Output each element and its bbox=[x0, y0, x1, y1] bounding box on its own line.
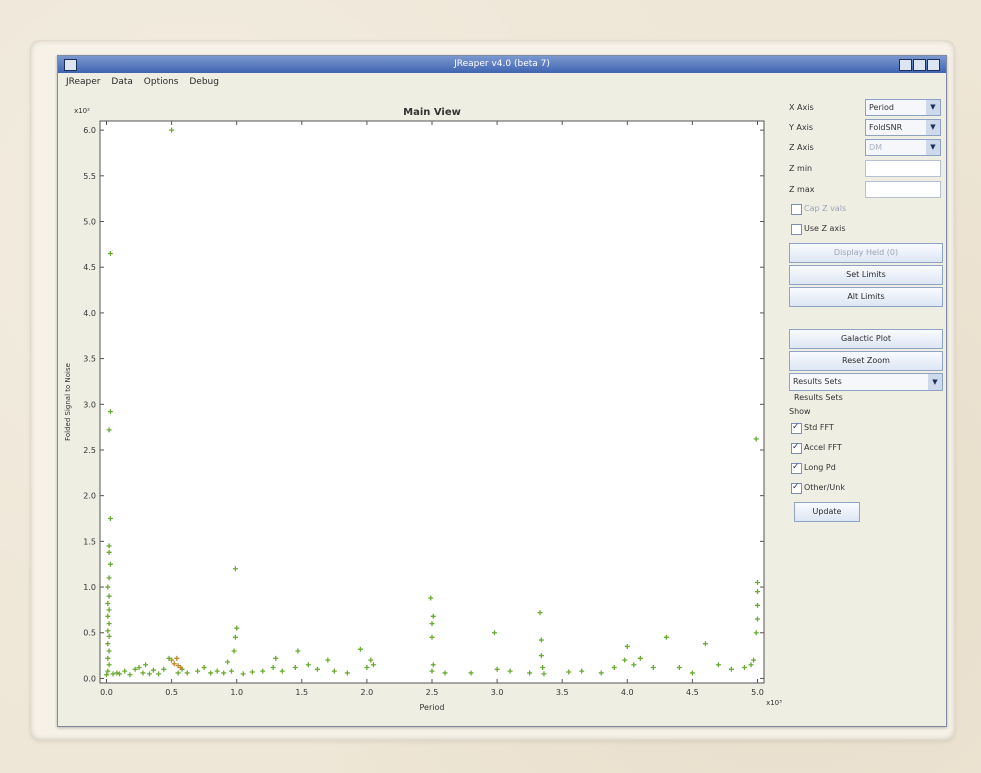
chevron-down-icon[interactable]: ▼ bbox=[926, 100, 940, 115]
y-tick-label: 0.0 bbox=[83, 674, 96, 683]
reset-zoom-button[interactable]: Reset Zoom bbox=[789, 351, 943, 371]
z-min-label: Z min bbox=[789, 164, 813, 173]
x-axis-label: Period bbox=[420, 703, 445, 712]
y-tick-label: 2.5 bbox=[83, 446, 96, 455]
x-tick-label: 5.0 bbox=[751, 688, 764, 697]
x-tick-label: 1.0 bbox=[230, 688, 243, 697]
menu-debug[interactable]: Debug bbox=[189, 73, 219, 91]
x-tick-label: 0.5 bbox=[165, 688, 178, 697]
long-pd-label: Long Pd bbox=[804, 463, 836, 472]
x-tick-label: 1.5 bbox=[295, 688, 308, 697]
other-unk-checkbox[interactable] bbox=[791, 482, 802, 494]
app-window: JReaper v4.0 (beta 7) JReaper Data Optio… bbox=[57, 55, 947, 727]
y-tick-label: 6.0 bbox=[83, 126, 96, 135]
z-min-field[interactable] bbox=[865, 160, 941, 177]
menu-jreaper[interactable]: JReaper bbox=[66, 73, 101, 91]
title-bar: JReaper v4.0 (beta 7) bbox=[58, 56, 946, 73]
x-tick-label: 3.0 bbox=[491, 688, 504, 697]
long-pd-checkbox[interactable] bbox=[791, 462, 802, 474]
maximize-icon[interactable] bbox=[913, 59, 926, 71]
x-tick-label: 4.0 bbox=[621, 688, 634, 697]
display-held-button[interactable]: Display Held (0) bbox=[789, 243, 943, 263]
control-panel: X Axis Period ▼ Y Axis FoldSNR ▼ Z Axis … bbox=[786, 91, 944, 726]
x-tick-label: 3.5 bbox=[556, 688, 569, 697]
y-tick-label: 2.0 bbox=[83, 492, 96, 501]
y-tick-label: 5.0 bbox=[83, 218, 96, 227]
accel-fft-label: Accel FFT bbox=[804, 443, 842, 452]
accel-fft-checkbox[interactable] bbox=[791, 442, 802, 454]
std-fft-checkbox[interactable] bbox=[791, 422, 802, 434]
y-tick-label: 1.0 bbox=[83, 583, 96, 592]
cap-z-label: Cap Z vals bbox=[804, 204, 847, 213]
scatter-chart[interactable]: Main View 0.0 0.5 1.0 1.5 2.0 2.5 3.0 3.5 4.0 4.5 5… bbox=[58, 91, 786, 726]
y-tick-label: 3.0 bbox=[83, 400, 96, 409]
results-sets-title: Results Sets bbox=[794, 393, 843, 402]
menu-bar: JReaper Data Options Debug bbox=[58, 73, 946, 91]
y-exponent-label: x10² bbox=[74, 107, 90, 115]
y-tick-label: 3.5 bbox=[83, 355, 96, 364]
z-axis-value: DM bbox=[869, 143, 883, 152]
close-icon[interactable] bbox=[927, 59, 940, 71]
plot-area bbox=[99, 120, 765, 684]
x-tick-label: 2.5 bbox=[426, 688, 439, 697]
show-label: Show bbox=[789, 407, 811, 416]
cap-z-checkbox[interactable] bbox=[791, 204, 802, 215]
chevron-down-icon[interactable]: ▼ bbox=[926, 120, 940, 135]
window-title: JReaper v4.0 (beta 7) bbox=[454, 59, 550, 69]
y-axis-label: Y Axis bbox=[789, 123, 814, 132]
set-limits-button[interactable]: Set Limits bbox=[789, 265, 943, 285]
use-z-label: Use Z axis bbox=[804, 224, 846, 233]
z-axis-select[interactable]: DM ▼ bbox=[865, 139, 941, 156]
x-exponent-label: x10³ bbox=[766, 699, 782, 707]
all-limits-button[interactable]: Alt Limits bbox=[789, 287, 943, 307]
y-tick-label: 0.5 bbox=[83, 629, 96, 638]
z-max-label: Z max bbox=[789, 185, 815, 194]
window-menu-icon[interactable] bbox=[64, 59, 77, 71]
x-tick-label: 4.5 bbox=[686, 688, 699, 697]
y-axis-select[interactable]: FoldSNR ▼ bbox=[865, 119, 941, 136]
std-fft-label: Std FFT bbox=[804, 423, 834, 432]
use-z-checkbox[interactable] bbox=[791, 224, 802, 235]
y-tick-label: 5.5 bbox=[83, 172, 96, 181]
menu-options[interactable]: Options bbox=[144, 73, 179, 91]
x-axis-value: Period bbox=[869, 103, 894, 112]
y-axis-label: Folded Signal to Noise bbox=[64, 363, 72, 441]
update-button[interactable]: Update bbox=[794, 502, 860, 522]
chart-title: Main View bbox=[403, 107, 461, 118]
y-tick-label: 4.5 bbox=[83, 263, 96, 272]
x-tick-label: 2.0 bbox=[361, 688, 374, 697]
galactic-plot-button[interactable]: Galactic Plot bbox=[789, 329, 943, 349]
results-sets-select[interactable]: Results Sets ▼ bbox=[789, 373, 943, 391]
y-tick-label: 1.5 bbox=[83, 537, 96, 546]
y-axis-value: FoldSNR bbox=[869, 123, 903, 132]
other-unk-label: Other/Unk bbox=[804, 483, 845, 492]
x-axis-select[interactable]: Period ▼ bbox=[865, 99, 941, 116]
y-tick-label: 4.0 bbox=[83, 309, 96, 318]
x-axis-label: X Axis bbox=[789, 103, 814, 112]
z-max-field[interactable] bbox=[865, 181, 941, 198]
x-tick-label: 0.0 bbox=[100, 688, 113, 697]
chevron-down-icon[interactable]: ▼ bbox=[926, 140, 940, 155]
chevron-down-icon[interactable]: ▼ bbox=[928, 374, 942, 390]
z-axis-label: Z Axis bbox=[789, 143, 814, 152]
results-sets-value: Results Sets bbox=[793, 377, 842, 386]
menu-data[interactable]: Data bbox=[111, 73, 133, 91]
main-view-plot[interactable]: Main View 0.0 0.5 1.0 1.5 2.0 2.5 3.0 3.5 4.0 4.5 5… bbox=[58, 91, 786, 726]
minimize-icon[interactable] bbox=[899, 59, 912, 71]
